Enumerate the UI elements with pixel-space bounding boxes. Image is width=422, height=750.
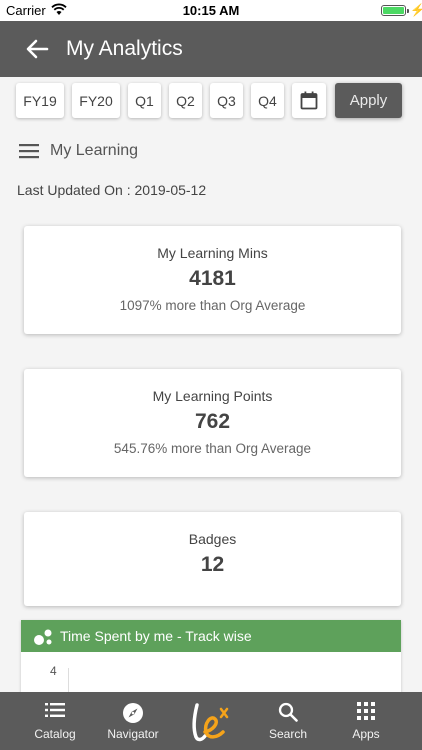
card-value: 4181 <box>189 267 236 290</box>
card-label: My Learning Mins <box>157 245 268 261</box>
filter-chip-q3[interactable]: Q3 <box>210 83 243 118</box>
status-bar: Carrier 10:15 AM ⚡ <box>0 0 422 21</box>
card-label: My Learning Points <box>152 388 273 404</box>
period-filter-bar: FY19 FY20 Q1 Q2 Q3 Q4 Apply <box>0 83 422 119</box>
filter-chip-q2[interactable]: Q2 <box>169 83 202 118</box>
calendar-button[interactable] <box>292 83 326 118</box>
battery-icon <box>381 5 409 16</box>
compass-icon <box>123 703 143 723</box>
card-comparison: 1097% more than Org Average <box>119 298 306 313</box>
hamburger-menu-icon[interactable] <box>19 143 39 159</box>
badges-card: Badges 12 <box>24 512 401 606</box>
nav-apps[interactable]: Apps <box>331 692 401 750</box>
nav-label: Apps <box>352 727 380 741</box>
filter-chip-q1[interactable]: Q1 <box>128 83 161 118</box>
list-icon <box>45 703 65 717</box>
last-updated-label: Last Updated On : 2019-05-12 <box>17 182 207 198</box>
learning-mins-card: My Learning Mins 4181 1097% more than Or… <box>24 226 401 334</box>
search-icon <box>278 702 298 722</box>
calendar-icon <box>300 91 318 110</box>
section-title: My Learning <box>50 142 139 159</box>
chart-title: Time Spent by me - Track wise <box>60 628 252 644</box>
filter-chip-fy19[interactable]: FY19 <box>16 83 64 118</box>
clock: 10:15 AM <box>182 3 240 18</box>
back-arrow-icon[interactable] <box>24 37 50 61</box>
nav-catalog[interactable]: Catalog <box>20 692 90 750</box>
card-comparison: 545.76% more than Org Average <box>113 441 312 456</box>
app-bar: My Analytics <box>0 21 422 77</box>
card-value: 12 <box>200 553 225 576</box>
app-logo-icon[interactable] <box>187 699 235 743</box>
card-value: 762 <box>194 410 231 433</box>
nav-search[interactable]: Search <box>253 692 323 750</box>
bubble-chart-icon <box>34 629 52 645</box>
bottom-nav: Catalog Navigator Search Apps <box>0 692 422 750</box>
charging-icon: ⚡ <box>410 3 422 17</box>
nav-label: Navigator <box>107 727 159 741</box>
page-title: My Analytics <box>66 37 183 60</box>
apply-button[interactable]: Apply <box>335 83 402 118</box>
nav-label: Catalog <box>34 727 76 741</box>
section-header: My Learning <box>19 140 138 162</box>
apps-grid-icon <box>357 702 375 720</box>
filter-chip-q4[interactable]: Q4 <box>251 83 284 118</box>
y-axis-tick: 4 <box>50 664 57 678</box>
nav-navigator[interactable]: Navigator <box>98 692 168 750</box>
learning-points-card: My Learning Points 762 545.76% more than… <box>24 369 401 477</box>
card-label: Badges <box>188 531 237 547</box>
nav-label: Search <box>268 727 308 741</box>
filter-chip-fy20[interactable]: FY20 <box>72 83 120 118</box>
chart-header: Time Spent by me - Track wise <box>21 620 401 652</box>
